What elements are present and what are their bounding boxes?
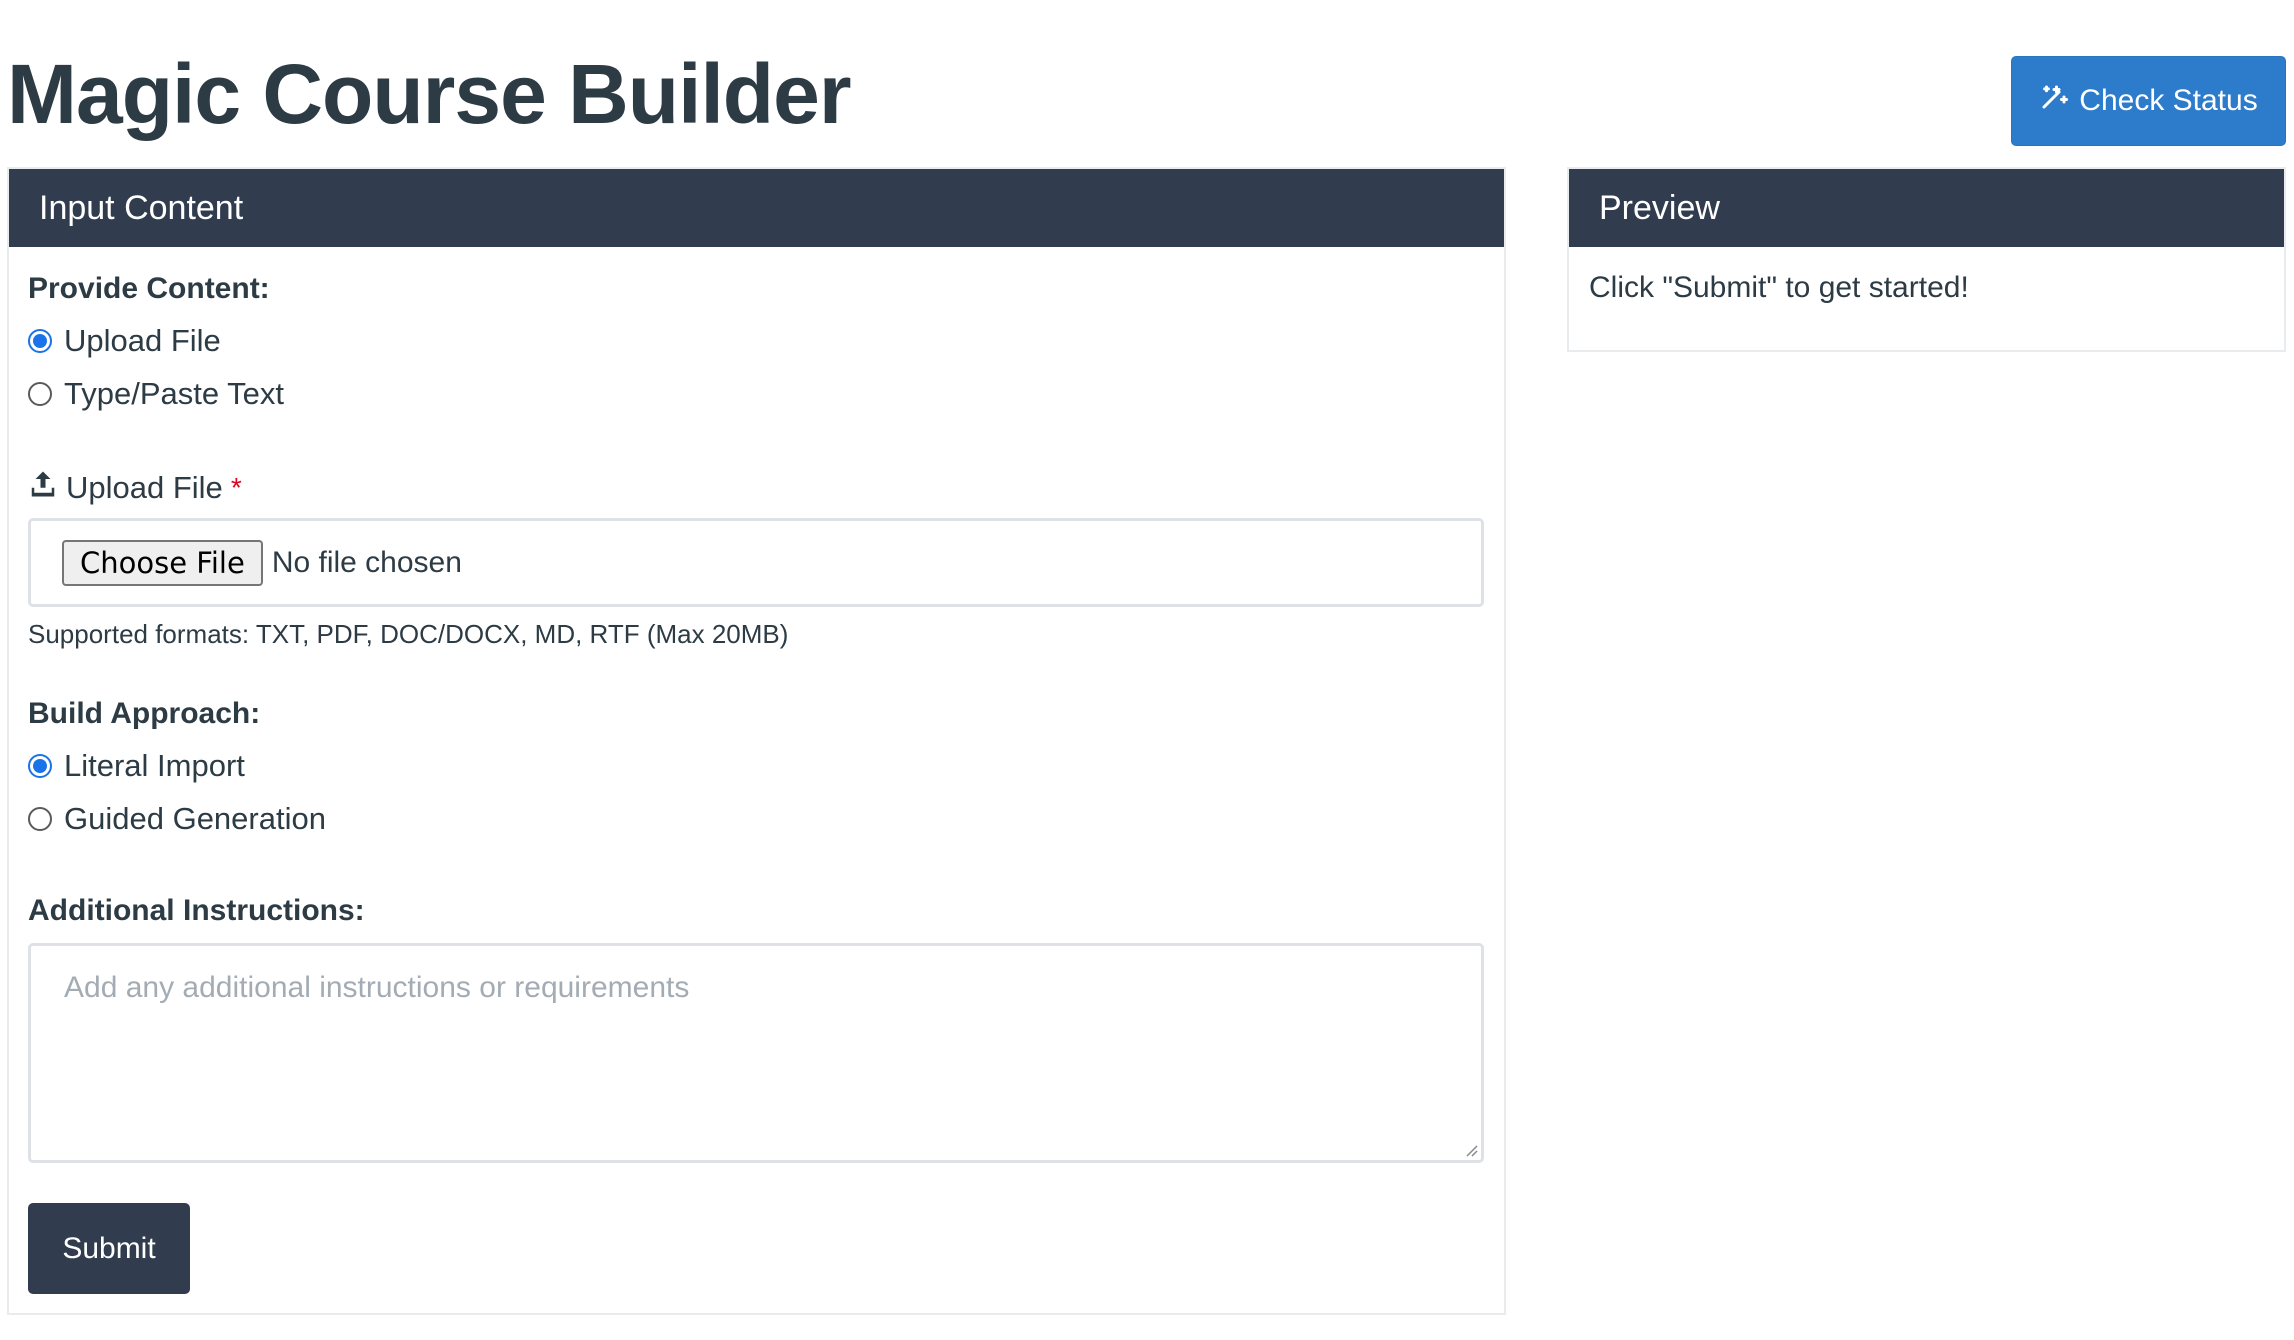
- radio-type-paste-text[interactable]: Type/Paste Text: [28, 376, 284, 412]
- upload-icon: [28, 469, 58, 507]
- radio-label-guided-generation: Guided Generation: [64, 801, 326, 836]
- input-panel-header: Input Content: [9, 169, 1504, 247]
- magic-wand-icon: [2039, 82, 2069, 120]
- preview-panel-header: Preview: [1569, 169, 2284, 247]
- file-status-text: No file chosen: [271, 545, 462, 579]
- check-status-label: Check Status: [2079, 84, 2258, 117]
- upload-file-text: Upload File: [66, 470, 223, 505]
- radio-button-literal-import[interactable]: [28, 754, 52, 778]
- radio-label-upload-file: Upload File: [64, 323, 221, 358]
- preview-message: Click "Submit" to get started!: [1589, 271, 1969, 304]
- radio-label-type-paste-text: Type/Paste Text: [64, 376, 284, 411]
- check-status-button[interactable]: Check Status: [2011, 56, 2286, 146]
- submit-button[interactable]: Submit: [28, 1203, 190, 1294]
- radio-guided-generation[interactable]: Guided Generation: [28, 801, 326, 837]
- supported-formats-hint: Supported formats: TXT, PDF, DOC/DOCX, M…: [28, 619, 789, 649]
- radio-button-upload-file[interactable]: [28, 329, 52, 353]
- textarea-placeholder: Add any additional instructions or requi…: [64, 971, 690, 1004]
- file-input[interactable]: Choose File No file chosen: [28, 518, 1484, 607]
- radio-button-guided-generation[interactable]: [28, 807, 52, 831]
- build-approach-label: Build Approach:: [28, 697, 261, 730]
- choose-file-button[interactable]: Choose File: [62, 539, 263, 586]
- radio-button-type-paste-text[interactable]: [28, 382, 52, 406]
- page-title: Magic Course Builder: [7, 47, 852, 141]
- resize-handle-icon[interactable]: [1464, 1143, 1478, 1157]
- upload-file-label: Upload File *: [28, 469, 242, 507]
- provide-content-label: Provide Content:: [28, 272, 270, 305]
- radio-literal-import[interactable]: Literal Import: [28, 748, 245, 784]
- radio-label-literal-import: Literal Import: [64, 748, 245, 783]
- additional-instructions-label: Additional Instructions:: [28, 894, 365, 927]
- additional-instructions-textarea[interactable]: Add any additional instructions or requi…: [28, 943, 1484, 1163]
- radio-upload-file[interactable]: Upload File: [28, 323, 221, 359]
- required-asterisk: *: [230, 472, 242, 503]
- input-content-panel: Input Content Provide Content: Upload Fi…: [7, 167, 1506, 1315]
- preview-panel: Preview Click "Submit" to get started!: [1567, 167, 2286, 352]
